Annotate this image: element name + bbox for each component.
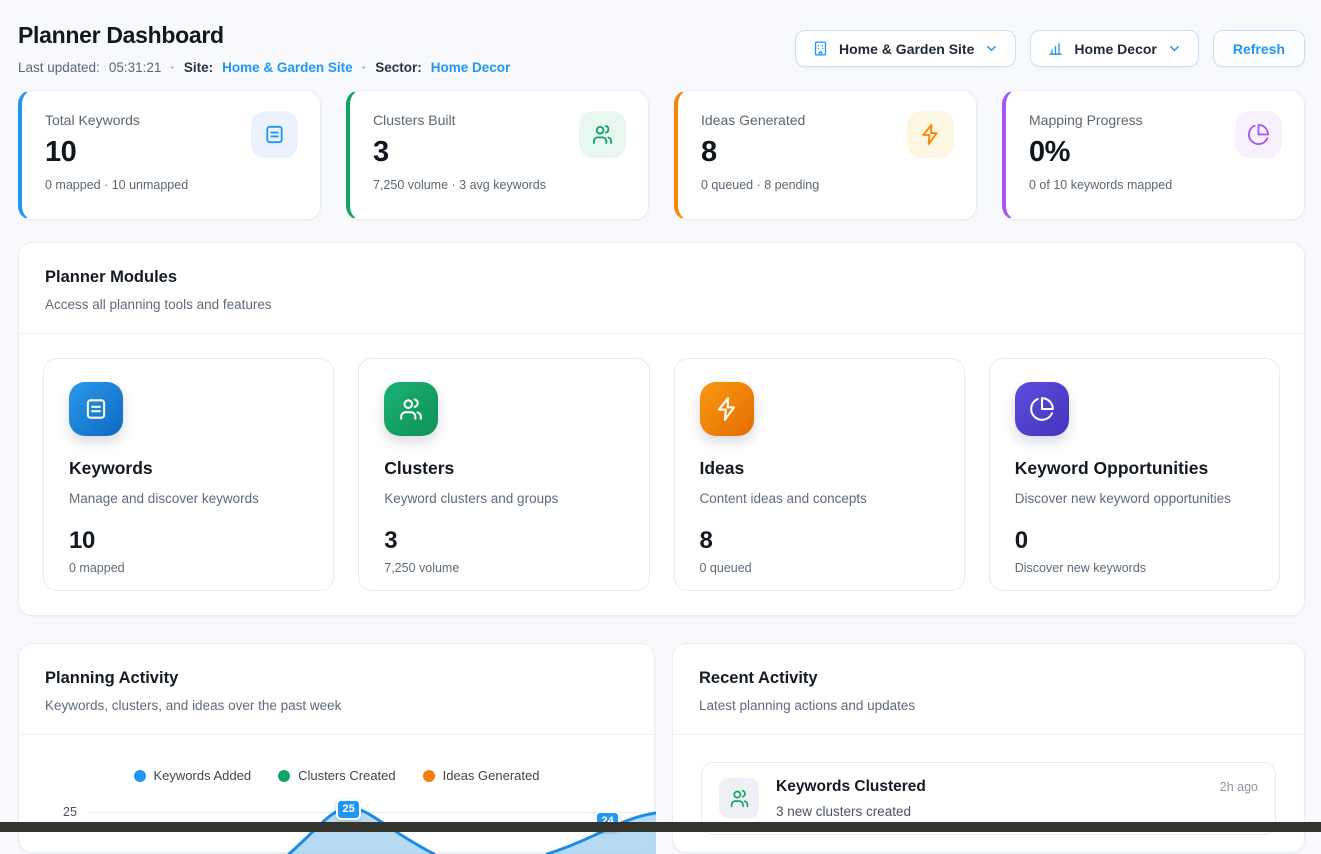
recent-activity-title: Recent Activity xyxy=(699,669,1278,688)
building-icon xyxy=(812,40,829,57)
legend-dot-orange xyxy=(423,770,435,782)
dashboard-page: Planner Dashboard Last updated: 05:31:21… xyxy=(18,0,1305,853)
module-description: Manage and discover keywords xyxy=(69,491,308,506)
sector-label: Sector: xyxy=(375,60,422,75)
sector-selector-label: Home Decor xyxy=(1074,41,1156,57)
legend-label: Ideas Generated xyxy=(443,768,540,783)
activity-description: 3 new clusters created xyxy=(776,804,1258,819)
legend-item-keywords-added: Keywords Added xyxy=(134,768,252,783)
bottom-dark-bar xyxy=(0,822,1321,832)
legend-label: Clusters Created xyxy=(298,768,396,783)
chevron-down-icon xyxy=(1167,41,1182,56)
module-card-keywords[interactable]: Keywords Manage and discover keywords 10… xyxy=(43,358,334,591)
module-description: Keyword clusters and groups xyxy=(384,491,623,506)
legend-item-ideas-generated: Ideas Generated xyxy=(423,768,540,783)
document-icon xyxy=(69,382,123,436)
activity-content: Keywords Clustered 2h ago 3 new clusters… xyxy=(776,778,1258,819)
last-updated-value: 05:31:21 xyxy=(109,60,162,75)
module-value: 3 xyxy=(384,527,623,555)
legend-dot-green xyxy=(278,770,290,782)
site-selector-button[interactable]: Home & Garden Site xyxy=(795,30,1016,67)
legend-item-clusters-created: Clusters Created xyxy=(278,768,396,783)
module-title: Keywords xyxy=(69,458,308,479)
activity-time: 2h ago xyxy=(1220,780,1258,794)
activity-title: Keywords Clustered xyxy=(776,778,926,796)
bolt-icon xyxy=(700,382,754,436)
module-title: Ideas xyxy=(700,458,939,479)
bar-chart-icon xyxy=(1047,40,1064,57)
header: Planner Dashboard Last updated: 05:31:21… xyxy=(18,0,1305,75)
refresh-button[interactable]: Refresh xyxy=(1213,30,1305,67)
planner-modules-panel: Planner Modules Access all planning tool… xyxy=(18,242,1305,616)
meta-separator: · xyxy=(170,60,175,75)
module-detail: 7,250 volume xyxy=(384,561,623,575)
modules-subtitle: Access all planning tools and features xyxy=(45,297,1278,312)
chart-legend: Keywords Added Clusters Created Ideas Ge… xyxy=(19,768,654,783)
modules-grid: Keywords Manage and discover keywords 10… xyxy=(19,334,1304,615)
meta-separator: · xyxy=(362,60,367,75)
stat-card-ideas-generated: Ideas Generated 8 0 queued · 8 pending xyxy=(674,90,977,220)
users-icon xyxy=(719,778,759,818)
module-card-ideas[interactable]: Ideas Content ideas and concepts 8 0 que… xyxy=(674,358,965,591)
divider xyxy=(673,734,1304,735)
legend-dot-blue xyxy=(134,770,146,782)
stats-row: Total Keywords 10 0 mapped · 10 unmapped… xyxy=(18,90,1305,220)
module-title: Keyword Opportunities xyxy=(1015,458,1254,479)
legend-label: Keywords Added xyxy=(154,768,252,783)
header-controls: Home & Garden Site Home Decor Refresh xyxy=(795,30,1305,67)
module-description: Content ideas and concepts xyxy=(700,491,939,506)
data-point-badge: 25 xyxy=(336,799,361,820)
module-title: Clusters xyxy=(384,458,623,479)
planning-activity-header: Planning Activity Keywords, clusters, an… xyxy=(19,644,654,734)
planning-activity-subtitle: Keywords, clusters, and ideas over the p… xyxy=(45,698,628,713)
stat-detail: 7,250 volume · 3 avg keywords xyxy=(373,178,625,192)
stat-detail: 0 mapped · 10 unmapped xyxy=(45,178,297,192)
divider xyxy=(19,734,654,735)
sector-link[interactable]: Home Decor xyxy=(431,60,511,75)
stat-detail: 0 of 10 keywords mapped xyxy=(1029,178,1281,192)
stat-card-clusters-built: Clusters Built 3 7,250 volume · 3 avg ke… xyxy=(346,90,649,220)
site-selector-label: Home & Garden Site xyxy=(839,41,974,57)
header-meta: Last updated: 05:31:21 · Site: Home & Ga… xyxy=(18,60,510,75)
pie-icon xyxy=(1235,111,1282,158)
document-icon xyxy=(251,111,298,158)
users-icon xyxy=(384,382,438,436)
stat-card-total-keywords: Total Keywords 10 0 mapped · 10 unmapped xyxy=(18,90,321,220)
module-detail: 0 queued xyxy=(700,561,939,575)
header-left: Planner Dashboard Last updated: 05:31:21… xyxy=(18,22,510,75)
stat-card-mapping-progress: Mapping Progress 0% 0 of 10 keywords map… xyxy=(1002,90,1305,220)
chevron-down-icon xyxy=(984,41,999,56)
pie-icon xyxy=(1015,382,1069,436)
recent-activity-subtitle: Latest planning actions and updates xyxy=(699,698,1278,713)
recent-activity-header: Recent Activity Latest planning actions … xyxy=(673,644,1304,734)
bolt-icon xyxy=(907,111,954,158)
site-link[interactable]: Home & Garden Site xyxy=(222,60,353,75)
sector-selector-button[interactable]: Home Decor xyxy=(1030,30,1198,67)
module-card-keyword-opportunities[interactable]: Keyword Opportunities Discover new keywo… xyxy=(989,358,1280,591)
planning-activity-title: Planning Activity xyxy=(45,669,628,688)
module-value: 0 xyxy=(1015,527,1254,555)
modules-title: Planner Modules xyxy=(45,268,1278,287)
module-detail: 0 mapped xyxy=(69,561,308,575)
module-detail: Discover new keywords xyxy=(1015,561,1254,575)
module-value: 8 xyxy=(700,527,939,555)
stat-detail: 0 queued · 8 pending xyxy=(701,178,953,192)
module-card-clusters[interactable]: Clusters Keyword clusters and groups 3 7… xyxy=(358,358,649,591)
module-value: 10 xyxy=(69,527,308,555)
site-label: Site: xyxy=(184,60,213,75)
users-icon xyxy=(579,111,626,158)
module-description: Discover new keyword opportunities xyxy=(1015,491,1254,506)
modules-header: Planner Modules Access all planning tool… xyxy=(19,243,1304,333)
last-updated-label: Last updated: xyxy=(18,60,100,75)
page-title: Planner Dashboard xyxy=(18,22,510,49)
